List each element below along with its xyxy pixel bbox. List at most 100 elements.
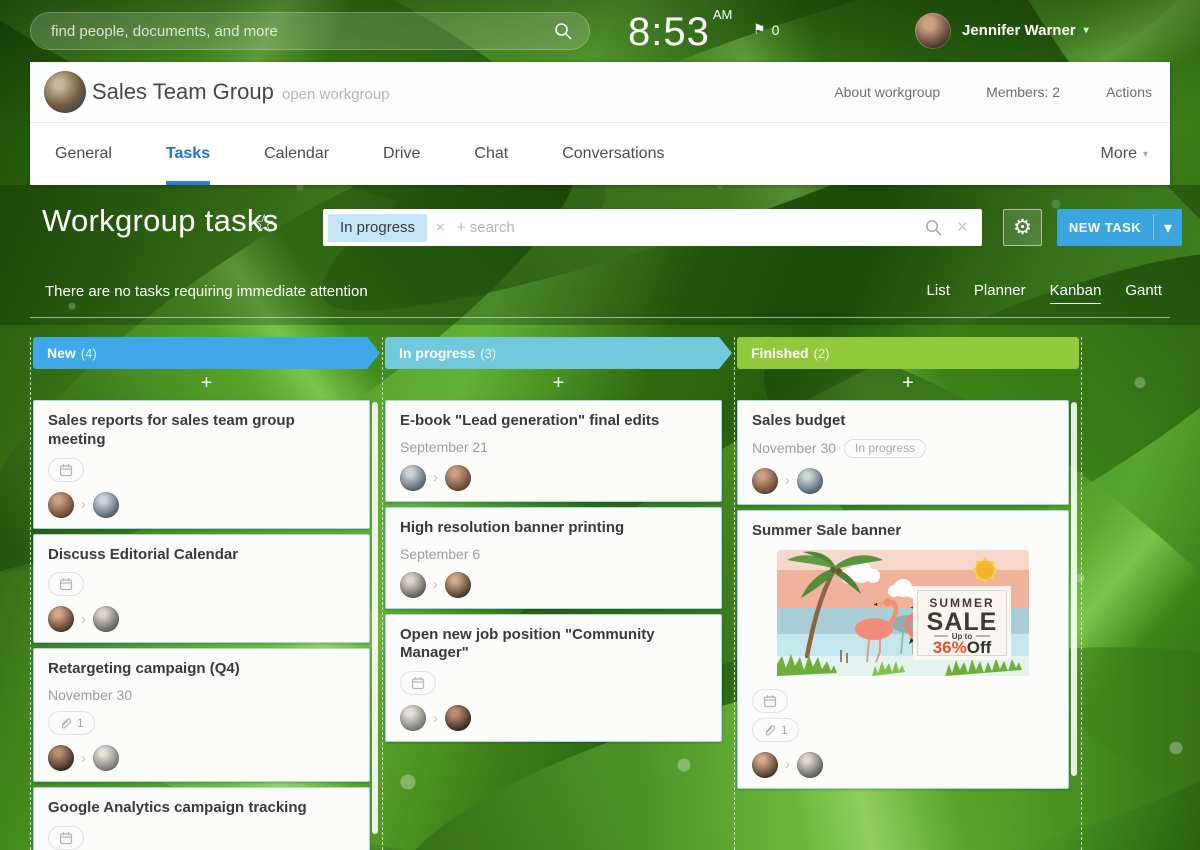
user-menu[interactable]: Jennifer Warner ▾ — [962, 22, 1089, 39]
chevron-down-icon[interactable]: ▾ — [1154, 209, 1182, 246]
banner-text-off: Off — [967, 638, 992, 657]
status-badge: In progress — [844, 438, 927, 458]
responsible-avatar[interactable] — [445, 705, 471, 731]
search-icon[interactable] — [553, 21, 573, 41]
task-card[interactable]: E-book "Lead generation" final edits Sept… — [385, 400, 722, 502]
column-scrollbar[interactable] — [1071, 402, 1077, 776]
responsible-avatar[interactable] — [93, 606, 119, 633]
workgroup-tasks-page: 8:53AM ⚑ 0 Jennifer Warner ▾ Sales Team … — [0, 0, 1200, 850]
calendar-icon — [763, 694, 777, 707]
notifications[interactable]: ⚑ 0 — [753, 21, 779, 38]
task-card[interactable]: Summer Sale banner SUMMER SALE Up to 36%… — [737, 509, 1069, 789]
clear-search-icon[interactable]: × — [957, 217, 968, 239]
actions-link[interactable]: Actions — [1106, 84, 1152, 100]
deadline-pill[interactable] — [48, 457, 84, 482]
responsible-avatar[interactable] — [445, 571, 471, 598]
group-avatar[interactable] — [44, 71, 86, 113]
task-card-pills: 1 — [48, 711, 355, 735]
tab-drive[interactable]: Drive — [383, 123, 420, 185]
add-task-button[interactable]: + — [735, 369, 1081, 399]
user-avatar[interactable] — [915, 13, 951, 49]
task-card[interactable]: High resolution banner printing September… — [385, 506, 722, 609]
kanban-column-finished: Finished (2) + Sales budget November 30 In pr… — [734, 337, 1082, 850]
responsible-avatar[interactable] — [93, 745, 119, 771]
task-card[interactable]: Open new job position "Community Manager… — [385, 613, 722, 742]
column-name: New — [47, 345, 76, 361]
task-card[interactable]: Google Analytics campaign tracking › — [33, 787, 370, 850]
creator-avatar[interactable] — [400, 464, 426, 491]
creator-avatar[interactable] — [752, 751, 778, 778]
clock-meridiem: AM — [712, 7, 733, 22]
task-card-people: › — [752, 467, 1054, 494]
responsible-avatar[interactable] — [797, 751, 823, 778]
column-header[interactable]: New (4) — [33, 337, 380, 369]
attachment-pill[interactable]: 1 — [48, 711, 95, 735]
task-filter-bar[interactable]: In progress × × — [323, 209, 982, 246]
column-header[interactable]: Finished (2) — [737, 337, 1079, 369]
top-bar: 8:53AM ⚑ 0 Jennifer Warner ▾ — [0, 0, 1200, 62]
calendar-icon — [59, 463, 73, 476]
responsible-avatar[interactable] — [93, 491, 119, 518]
gear-icon: ⚙ — [1013, 216, 1032, 239]
view-list[interactable]: List — [927, 282, 950, 304]
task-card-people: › — [400, 571, 707, 598]
task-card-title: Sales reports for sales team group meeti… — [48, 412, 295, 448]
add-task-button[interactable]: + — [31, 369, 382, 399]
filter-search-input[interactable] — [456, 219, 924, 236]
calendar-icon — [59, 831, 73, 844]
attachment-preview[interactable]: SUMMER SALE Up to 36%Off — [777, 549, 1029, 681]
creator-avatar[interactable] — [400, 705, 426, 731]
view-gantt[interactable]: Gantt — [1125, 282, 1162, 304]
column-scrollbar[interactable] — [372, 402, 378, 834]
tab-more[interactable]: More ▾ — [1101, 123, 1148, 185]
deadline-pill[interactable] — [48, 572, 84, 597]
creator-avatar[interactable] — [48, 745, 74, 771]
task-card[interactable]: Sales reports for sales team group meeti… — [33, 400, 370, 529]
tab-calendar[interactable]: Calendar — [264, 123, 329, 185]
task-card-title: Open new job position "Community Manager… — [400, 625, 655, 662]
add-task-button[interactable]: + — [383, 369, 734, 399]
paperclip-icon — [765, 724, 776, 736]
filter-chip[interactable]: In progress — [328, 213, 428, 242]
creator-avatar[interactable] — [400, 571, 426, 598]
new-task-button[interactable]: NEW TASK ▾ — [1057, 209, 1182, 246]
deadline-pill[interactable] — [400, 671, 436, 695]
tab-chat[interactable]: Chat — [474, 123, 508, 185]
task-card-title: High resolution banner printing — [400, 518, 625, 536]
search-icon[interactable] — [924, 218, 943, 237]
deadline-pill[interactable] — [48, 825, 84, 850]
task-card-meta: November 30 — [48, 687, 355, 703]
task-card[interactable]: Retargeting campaign (Q4) November 30 1 › — [33, 648, 370, 782]
members-link[interactable]: Members: 2 — [986, 84, 1060, 100]
page-title: Workgroup tasks — [42, 203, 279, 238]
settings-button[interactable]: ⚙ — [1003, 209, 1042, 246]
tab-general[interactable]: General — [55, 123, 112, 185]
creator-avatar[interactable] — [752, 467, 778, 494]
attachment-count: 1 — [781, 722, 788, 737]
favorite-star-icon[interactable]: ☆ — [253, 209, 275, 239]
global-search[interactable] — [30, 12, 590, 50]
responsible-avatar[interactable] — [445, 464, 471, 491]
task-card-people: › — [48, 745, 355, 771]
creator-avatar[interactable] — [48, 606, 74, 633]
attachment-pill[interactable]: 1 — [752, 717, 799, 742]
view-kanban[interactable]: Kanban — [1049, 282, 1102, 304]
task-card[interactable]: Discuss Editorial Calendar › — [33, 533, 370, 644]
task-card[interactable]: Sales budget November 30 In progress › — [737, 400, 1069, 505]
deadline-pill[interactable] — [752, 688, 788, 713]
tab-tasks[interactable]: Tasks — [165, 123, 211, 185]
column-header[interactable]: In progress (3) — [385, 337, 732, 369]
about-workgroup-link[interactable]: About workgroup — [834, 84, 940, 100]
notification-count: 0 — [771, 21, 780, 38]
task-card-meta: September 6 — [400, 546, 707, 562]
task-card-title: Discuss Editorial Calendar — [48, 545, 239, 563]
remove-filter-icon[interactable]: × — [436, 219, 445, 236]
tab-conversations[interactable]: Conversations — [562, 123, 664, 185]
view-planner[interactable]: Planner — [974, 282, 1026, 304]
flag-icon: ⚑ — [753, 21, 766, 37]
creator-avatar[interactable] — [48, 491, 74, 518]
summer-sale-banner-image[interactable]: SUMMER SALE Up to 36%Off — [777, 549, 1029, 676]
responsible-avatar[interactable] — [797, 467, 823, 494]
global-search-input[interactable] — [51, 22, 553, 40]
task-card-title: E-book "Lead generation" final edits — [400, 412, 660, 429]
